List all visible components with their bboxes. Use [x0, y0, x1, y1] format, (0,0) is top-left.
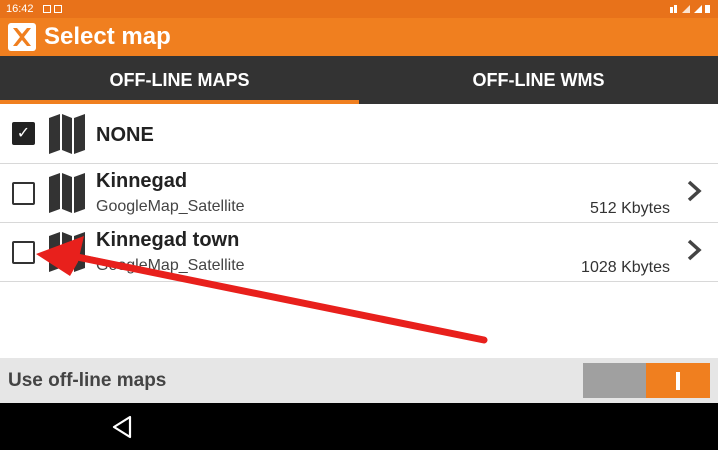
signal-battery-icon: [670, 5, 710, 13]
list-item-subtitle: GoogleMap_Satellite: [96, 257, 245, 274]
list-item-none[interactable]: ✓ NONE: [0, 104, 718, 164]
map-icon: [49, 113, 85, 154]
chevron-right-icon[interactable]: [686, 180, 702, 202]
toggle-knob: [646, 363, 710, 398]
setting-label: Use off-line maps: [8, 369, 167, 391]
list-item[interactable]: Kinnegad GoogleMap_Satellite 512 Kbytes: [0, 164, 718, 223]
toggle-on-icon: [676, 371, 680, 390]
status-time: 16:42: [6, 3, 34, 15]
chevron-right-icon[interactable]: [686, 239, 702, 261]
list-item-size: 1028 Kbytes: [581, 259, 670, 276]
map-icon: [49, 173, 85, 213]
checkmark-icon: ✓: [16, 124, 31, 142]
map-list: ✓ NONE Kinnegad GoogleMap_Satellite 512 …: [0, 104, 718, 282]
page-title: Select map: [44, 23, 171, 50]
tab-bar: OFF-LINE MAPS OFF-LINE WMS: [0, 56, 718, 104]
tab-label: OFF-LINE MAPS: [109, 69, 250, 90]
offline-maps-toggle[interactable]: [583, 363, 710, 398]
gallery-notification-icon: [42, 5, 51, 13]
list-item-subtitle: GoogleMap_Satellite: [96, 198, 245, 215]
tab-label: OFF-LINE WMS: [472, 69, 605, 90]
map-icon: [49, 232, 85, 272]
map-checkbox[interactable]: [12, 240, 35, 264]
list-item-title: Kinnegad: [96, 170, 188, 192]
offline-maps-setting: Use off-line maps: [0, 358, 718, 403]
navigation-bar: [0, 403, 718, 450]
app-bar: Select map: [0, 18, 718, 56]
list-item-size: 512 Kbytes: [589, 200, 670, 217]
tab-offline-maps[interactable]: OFF-LINE MAPS: [0, 56, 359, 104]
status-bar: 16:42: [0, 0, 718, 18]
none-checkbox[interactable]: ✓: [12, 122, 35, 145]
map-checkbox[interactable]: [12, 181, 35, 205]
list-item[interactable]: Kinnegad town GoogleMap_Satellite 1028 K…: [0, 223, 718, 282]
app-logo-icon[interactable]: [8, 23, 36, 51]
message-notification-icon: [53, 5, 62, 13]
list-item-title: Kinnegad town: [96, 229, 240, 251]
tab-offline-wms[interactable]: OFF-LINE WMS: [359, 56, 718, 104]
system-icons: [670, 4, 712, 14]
list-item-title: NONE: [96, 124, 154, 146]
back-icon[interactable]: [108, 413, 136, 441]
